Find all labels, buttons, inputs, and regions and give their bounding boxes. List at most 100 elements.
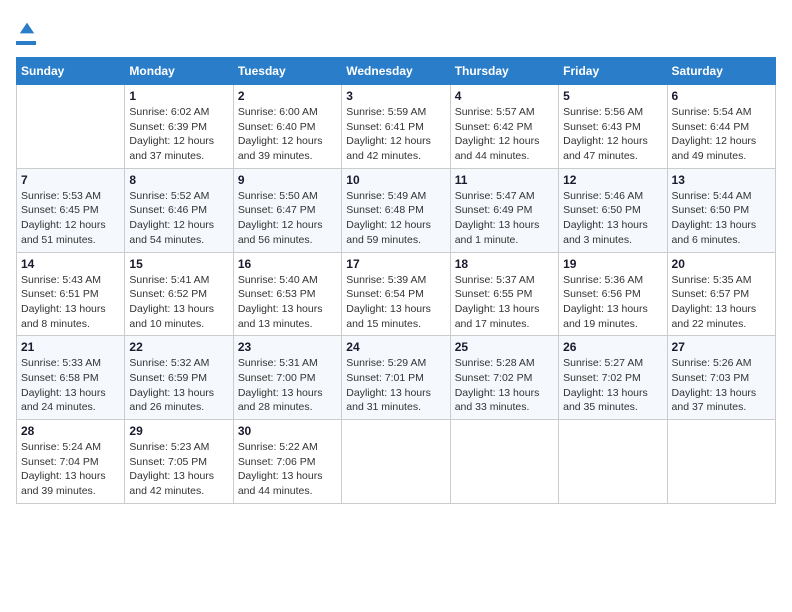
day-number: 10 [346, 173, 445, 187]
calendar-cell: 22 Sunrise: 5:32 AM Sunset: 6:59 PM Dayli… [125, 336, 233, 420]
day-number: 11 [455, 173, 554, 187]
day-number: 17 [346, 257, 445, 271]
day-number: 12 [563, 173, 662, 187]
day-info: Sunrise: 5:41 AM Sunset: 6:52 PM Dayligh… [129, 273, 228, 332]
day-number: 29 [129, 424, 228, 438]
calendar-cell: 7 Sunrise: 5:53 AM Sunset: 6:45 PM Daylig… [17, 168, 125, 252]
day-info: Sunrise: 5:37 AM Sunset: 6:55 PM Dayligh… [455, 273, 554, 332]
day-number: 15 [129, 257, 228, 271]
day-info: Sunrise: 5:59 AM Sunset: 6:41 PM Dayligh… [346, 105, 445, 164]
calendar-cell: 28Sunrise: 5:24 AM Sunset: 7:04 PM Dayli… [17, 420, 125, 504]
day-info: Sunrise: 6:02 AM Sunset: 6:39 PM Dayligh… [129, 105, 228, 164]
day-number: 6 [672, 89, 771, 103]
day-info: Sunrise: 5:54 AM Sunset: 6:44 PM Dayligh… [672, 105, 771, 164]
day-info: Sunrise: 5:56 AM Sunset: 6:43 PM Dayligh… [563, 105, 662, 164]
calendar-cell: 5 Sunrise: 5:56 AM Sunset: 6:43 PM Daylig… [559, 85, 667, 169]
day-info: Sunrise: 5:26 AM Sunset: 7:03 PM Dayligh… [672, 356, 771, 415]
logo-text [16, 16, 36, 38]
calendar-cell: 9Sunrise: 5:50 AM Sunset: 6:47 PM Daylig… [233, 168, 341, 252]
day-number: 7 [21, 173, 120, 187]
logo [16, 16, 36, 45]
column-header-tuesday: Tuesday [233, 58, 341, 85]
calendar-cell: 23Sunrise: 5:31 AM Sunset: 7:00 PM Dayli… [233, 336, 341, 420]
day-number: 19 [563, 257, 662, 271]
day-number: 13 [672, 173, 771, 187]
calendar-cell: 14 Sunrise: 5:43 AM Sunset: 6:51 PM Dayli… [17, 252, 125, 336]
day-number: 22 [129, 340, 228, 354]
day-number: 18 [455, 257, 554, 271]
page-header [16, 16, 776, 45]
day-info: Sunrise: 5:39 AM Sunset: 6:54 PM Dayligh… [346, 273, 445, 332]
day-info: Sunrise: 5:31 AM Sunset: 7:00 PM Dayligh… [238, 356, 337, 415]
day-info: Sunrise: 6:00 AM Sunset: 6:40 PM Dayligh… [238, 105, 337, 164]
day-info: Sunrise: 5:46 AM Sunset: 6:50 PM Dayligh… [563, 189, 662, 248]
day-info: Sunrise: 5:35 AM Sunset: 6:57 PM Dayligh… [672, 273, 771, 332]
calendar-week-row: 7 Sunrise: 5:53 AM Sunset: 6:45 PM Daylig… [17, 168, 776, 252]
day-number: 1 [129, 89, 228, 103]
day-info: Sunrise: 5:23 AM Sunset: 7:05 PM Dayligh… [129, 440, 228, 499]
column-header-saturday: Saturday [667, 58, 775, 85]
calendar-cell [450, 420, 558, 504]
day-number: 25 [455, 340, 554, 354]
calendar-cell: 27 Sunrise: 5:26 AM Sunset: 7:03 PM Dayli… [667, 336, 775, 420]
calendar-week-row: 1 Sunrise: 6:02 AM Sunset: 6:39 PM Daylig… [17, 85, 776, 169]
logo-bar [16, 41, 36, 45]
day-number: 8 [129, 173, 228, 187]
day-info: Sunrise: 5:36 AM Sunset: 6:56 PM Dayligh… [563, 273, 662, 332]
day-number: 14 [21, 257, 120, 271]
day-number: 16 [238, 257, 337, 271]
calendar-cell: 30Sunrise: 5:22 AM Sunset: 7:06 PM Dayli… [233, 420, 341, 504]
day-number: 21 [21, 340, 120, 354]
calendar-cell [667, 420, 775, 504]
calendar-week-row: 14 Sunrise: 5:43 AM Sunset: 6:51 PM Dayli… [17, 252, 776, 336]
calendar-cell: 18 Sunrise: 5:37 AM Sunset: 6:55 PM Dayli… [450, 252, 558, 336]
column-header-sunday: Sunday [17, 58, 125, 85]
day-info: Sunrise: 5:43 AM Sunset: 6:51 PM Dayligh… [21, 273, 120, 332]
calendar-cell: 10 Sunrise: 5:49 AM Sunset: 6:48 PM Dayli… [342, 168, 450, 252]
calendar-table: SundayMondayTuesdayWednesdayThursdayFrid… [16, 57, 776, 504]
day-info: Sunrise: 5:32 AM Sunset: 6:59 PM Dayligh… [129, 356, 228, 415]
day-number: 3 [346, 89, 445, 103]
logo-icon [18, 19, 36, 37]
calendar-cell: 4 Sunrise: 5:57 AM Sunset: 6:42 PM Daylig… [450, 85, 558, 169]
day-info: Sunrise: 5:57 AM Sunset: 6:42 PM Dayligh… [455, 105, 554, 164]
calendar-cell: 1 Sunrise: 6:02 AM Sunset: 6:39 PM Daylig… [125, 85, 233, 169]
day-number: 20 [672, 257, 771, 271]
calendar-cell [17, 85, 125, 169]
column-header-thursday: Thursday [450, 58, 558, 85]
column-header-friday: Friday [559, 58, 667, 85]
calendar-cell: 8 Sunrise: 5:52 AM Sunset: 6:46 PM Daylig… [125, 168, 233, 252]
day-number: 27 [672, 340, 771, 354]
calendar-cell: 21 Sunrise: 5:33 AM Sunset: 6:58 PM Dayli… [17, 336, 125, 420]
calendar-cell: 2 Sunrise: 6:00 AM Sunset: 6:40 PM Daylig… [233, 85, 341, 169]
day-number: 4 [455, 89, 554, 103]
day-number: 2 [238, 89, 337, 103]
day-info: Sunrise: 5:44 AM Sunset: 6:50 PM Dayligh… [672, 189, 771, 248]
day-number: 5 [563, 89, 662, 103]
day-info: Sunrise: 5:33 AM Sunset: 6:58 PM Dayligh… [21, 356, 120, 415]
calendar-cell: 11 Sunrise: 5:47 AM Sunset: 6:49 PM Dayli… [450, 168, 558, 252]
column-header-wednesday: Wednesday [342, 58, 450, 85]
calendar-cell: 16 Sunrise: 5:40 AM Sunset: 6:53 PM Dayli… [233, 252, 341, 336]
calendar-cell: 3 Sunrise: 5:59 AM Sunset: 6:41 PM Daylig… [342, 85, 450, 169]
day-info: Sunrise: 5:28 AM Sunset: 7:02 PM Dayligh… [455, 356, 554, 415]
day-info: Sunrise: 5:52 AM Sunset: 6:46 PM Dayligh… [129, 189, 228, 248]
calendar-cell: 13 Sunrise: 5:44 AM Sunset: 6:50 PM Dayli… [667, 168, 775, 252]
day-info: Sunrise: 5:40 AM Sunset: 6:53 PM Dayligh… [238, 273, 337, 332]
calendar-cell: 20 Sunrise: 5:35 AM Sunset: 6:57 PM Dayli… [667, 252, 775, 336]
day-info: Sunrise: 5:47 AM Sunset: 6:49 PM Dayligh… [455, 189, 554, 248]
day-number: 30 [238, 424, 337, 438]
calendar-cell [342, 420, 450, 504]
day-info: Sunrise: 5:27 AM Sunset: 7:02 PM Dayligh… [563, 356, 662, 415]
calendar-week-row: 21 Sunrise: 5:33 AM Sunset: 6:58 PM Dayli… [17, 336, 776, 420]
day-info: Sunrise: 5:53 AM Sunset: 6:45 PM Dayligh… [21, 189, 120, 248]
calendar-header-row: SundayMondayTuesdayWednesdayThursdayFrid… [17, 58, 776, 85]
column-header-monday: Monday [125, 58, 233, 85]
day-number: 9 [238, 173, 337, 187]
day-info: Sunrise: 5:29 AM Sunset: 7:01 PM Dayligh… [346, 356, 445, 415]
day-number: 26 [563, 340, 662, 354]
calendar-cell: 12 Sunrise: 5:46 AM Sunset: 6:50 PM Dayli… [559, 168, 667, 252]
calendar-cell: 6 Sunrise: 5:54 AM Sunset: 6:44 PM Daylig… [667, 85, 775, 169]
day-info: Sunrise: 5:49 AM Sunset: 6:48 PM Dayligh… [346, 189, 445, 248]
calendar-cell: 29 Sunrise: 5:23 AM Sunset: 7:05 PM Dayli… [125, 420, 233, 504]
